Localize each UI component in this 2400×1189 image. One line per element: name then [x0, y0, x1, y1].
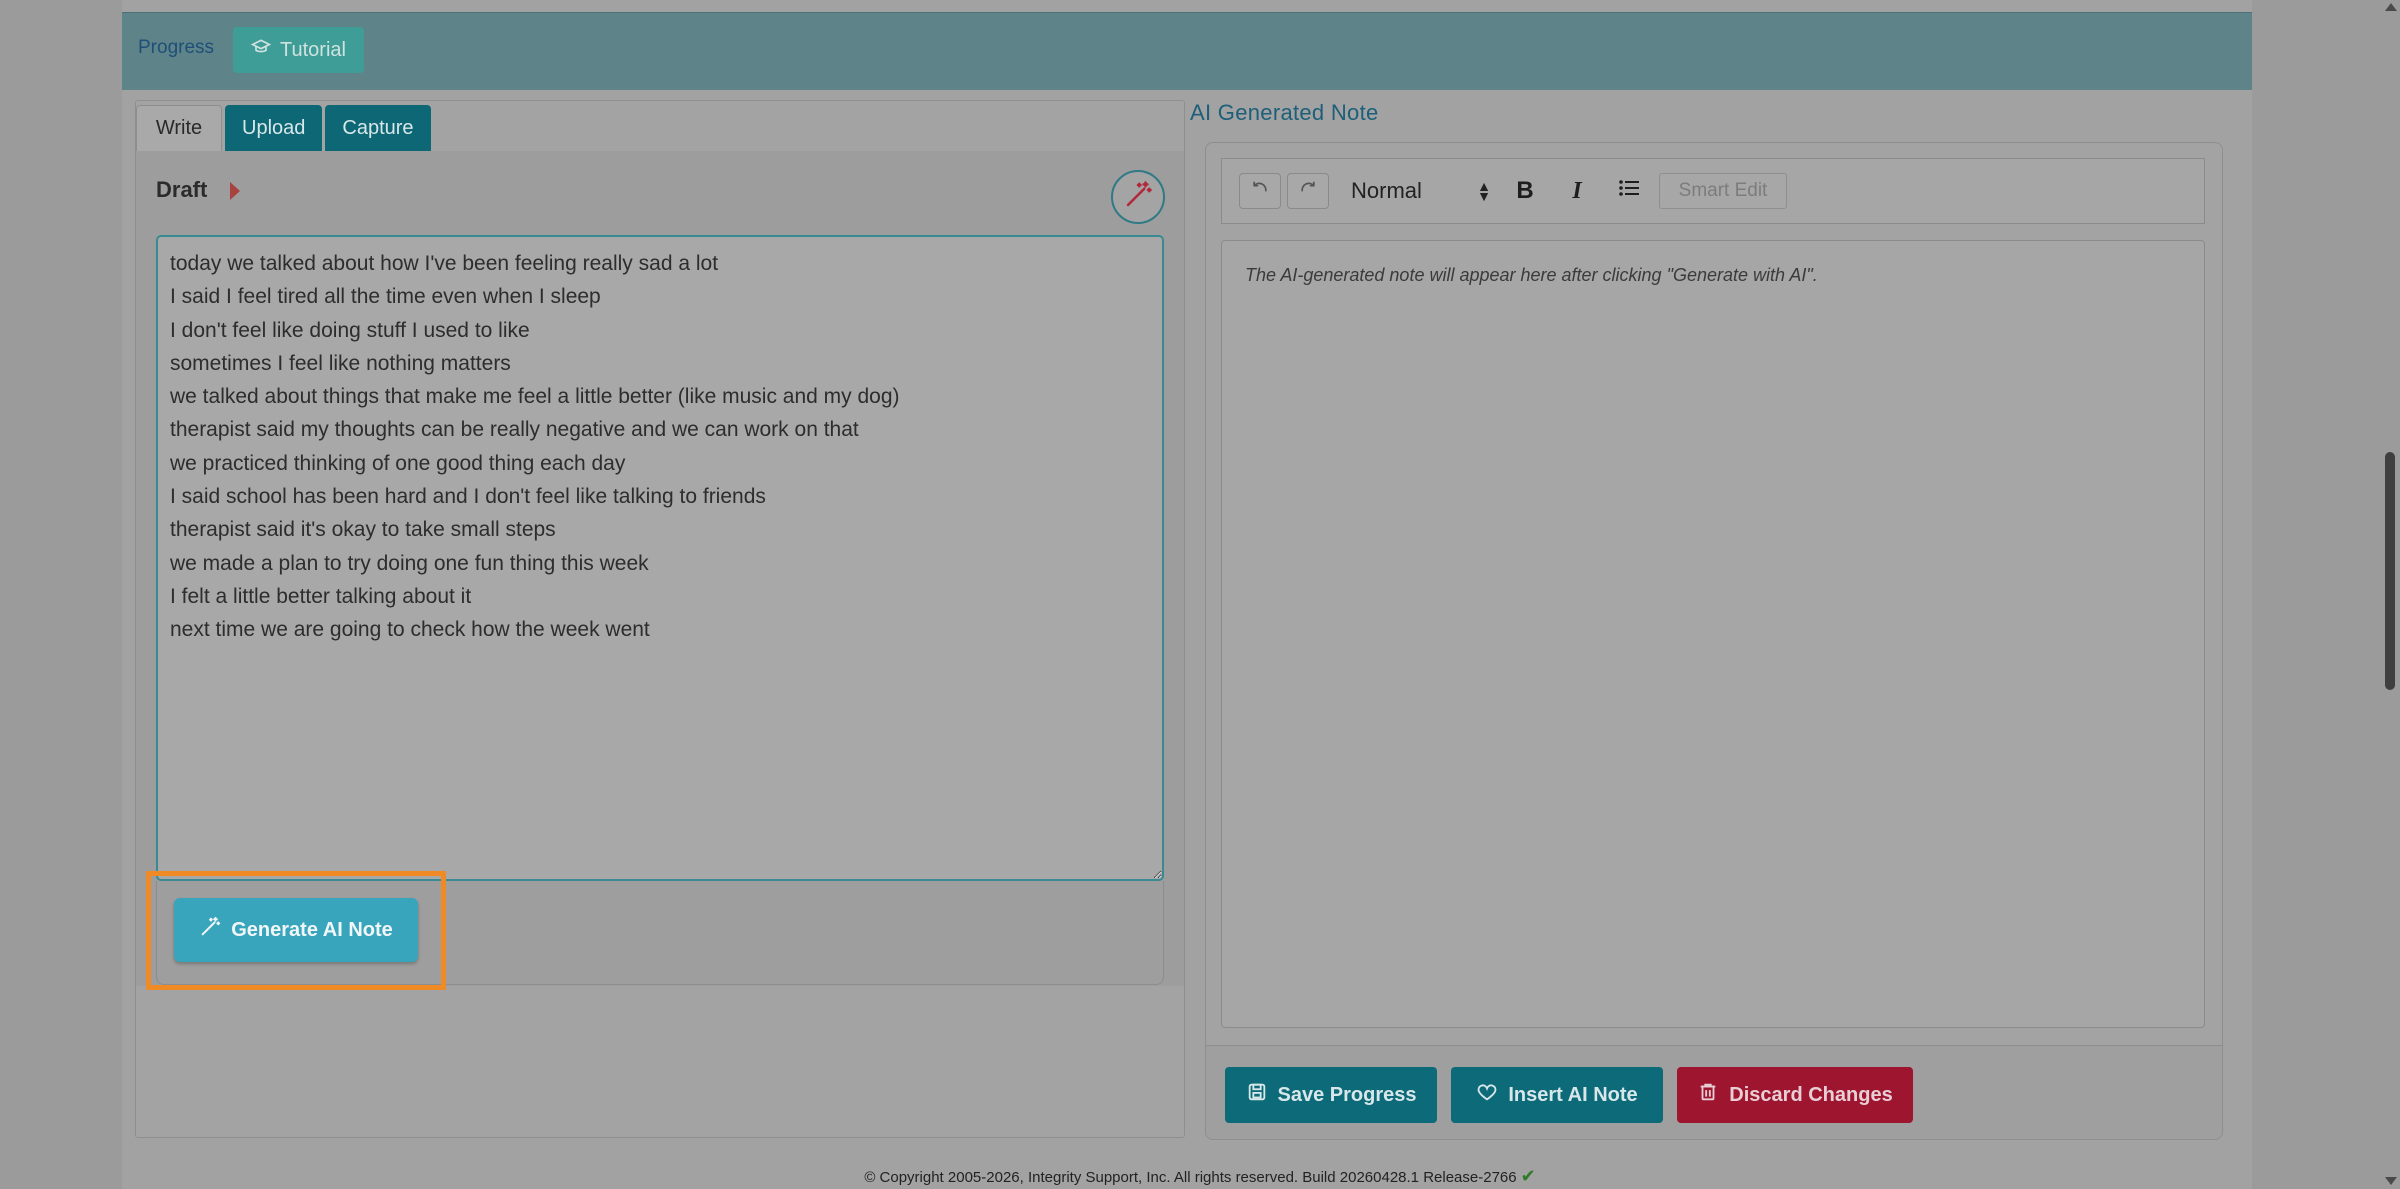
- scrollbar-thumb[interactable]: [2385, 452, 2395, 690]
- graduation-cap-icon: [250, 37, 272, 63]
- save-progress-button[interactable]: Save Progress: [1225, 1067, 1437, 1123]
- scroll-down-arrow-icon[interactable]: [2385, 1177, 2397, 1185]
- undo-button[interactable]: [1239, 173, 1281, 209]
- editor-toolbar: Normal ▲ ▼ B I Smart Edit: [1221, 158, 2205, 224]
- bold-icon: B: [1516, 177, 1534, 204]
- redo-icon: [1298, 179, 1318, 204]
- save-progress-label: Save Progress: [1277, 1083, 1417, 1106]
- italic-button[interactable]: I: [1559, 173, 1595, 209]
- text-style-select[interactable]: Normal ▲ ▼: [1351, 173, 1491, 209]
- input-tabs: Write Upload Capture: [136, 105, 431, 151]
- editor-placeholder: The AI-generated note will appear here a…: [1245, 265, 1818, 285]
- top-bar: Progress Tutorial: [122, 12, 2252, 90]
- progress-link[interactable]: Progress: [138, 37, 214, 59]
- generate-ai-note-button[interactable]: Generate AI Note: [174, 898, 418, 962]
- ai-note-actions: Save Progress Insert AI Note Discard Cha…: [1206, 1045, 2222, 1139]
- insert-ai-note-label: Insert AI Note: [1508, 1083, 1638, 1106]
- copyright-footer: © Copyright 2005-2026, Integrity Support…: [0, 1166, 2400, 1187]
- insert-ai-note-button[interactable]: Insert AI Note: [1451, 1067, 1663, 1123]
- draft-area: Draft today we talked about how I've bee…: [136, 151, 1184, 986]
- magic-wand-icon: [199, 916, 221, 944]
- tab-write[interactable]: Write: [136, 105, 222, 151]
- checkmark-icon: ✔: [1520, 1166, 1536, 1186]
- tab-upload[interactable]: Upload: [225, 105, 323, 151]
- generate-ai-note-label: Generate AI Note: [231, 918, 393, 941]
- italic-icon: I: [1572, 177, 1582, 204]
- trash-icon: [1697, 1081, 1719, 1109]
- select-caret-icon: ▲ ▼: [1477, 178, 1491, 204]
- ai-note-title: AI Generated Note: [1190, 100, 1379, 125]
- text-style-value: Normal: [1351, 178, 1422, 203]
- save-icon: [1246, 1081, 1268, 1109]
- discard-changes-label: Discard Changes: [1729, 1083, 1893, 1106]
- undo-icon: [1250, 179, 1270, 204]
- heart-icon: [1476, 1081, 1498, 1109]
- ai-note-panel: Normal ▲ ▼ B I Smart Edit The AI-generate…: [1205, 142, 2223, 1140]
- smart-edit-button[interactable]: Smart Edit: [1659, 173, 1787, 209]
- bullet-list-icon: [1617, 176, 1641, 207]
- ai-note-editor[interactable]: The AI-generated note will appear here a…: [1221, 240, 2205, 1028]
- copyright-text: © Copyright 2005-2026, Integrity Support…: [864, 1169, 1517, 1186]
- bold-button[interactable]: B: [1507, 173, 1543, 209]
- tutorial-label: Tutorial: [280, 38, 346, 61]
- redo-button[interactable]: [1287, 173, 1329, 209]
- page-container: Progress Tutorial Write Upload Capture D…: [122, 0, 2252, 1189]
- caret-right-icon[interactable]: [230, 182, 240, 200]
- tutorial-button[interactable]: Tutorial: [233, 27, 364, 73]
- magic-wand-icon: [1123, 180, 1153, 215]
- tab-capture[interactable]: Capture: [325, 105, 431, 151]
- draft-textarea[interactable]: today we talked about how I've been feel…: [156, 235, 1164, 881]
- discard-changes-button[interactable]: Discard Changes: [1677, 1067, 1913, 1123]
- magic-wand-button[interactable]: [1111, 170, 1165, 224]
- scroll-up-arrow-icon[interactable]: [2385, 3, 2397, 11]
- draft-label: Draft: [156, 177, 208, 202]
- bullet-list-button[interactable]: [1611, 173, 1647, 209]
